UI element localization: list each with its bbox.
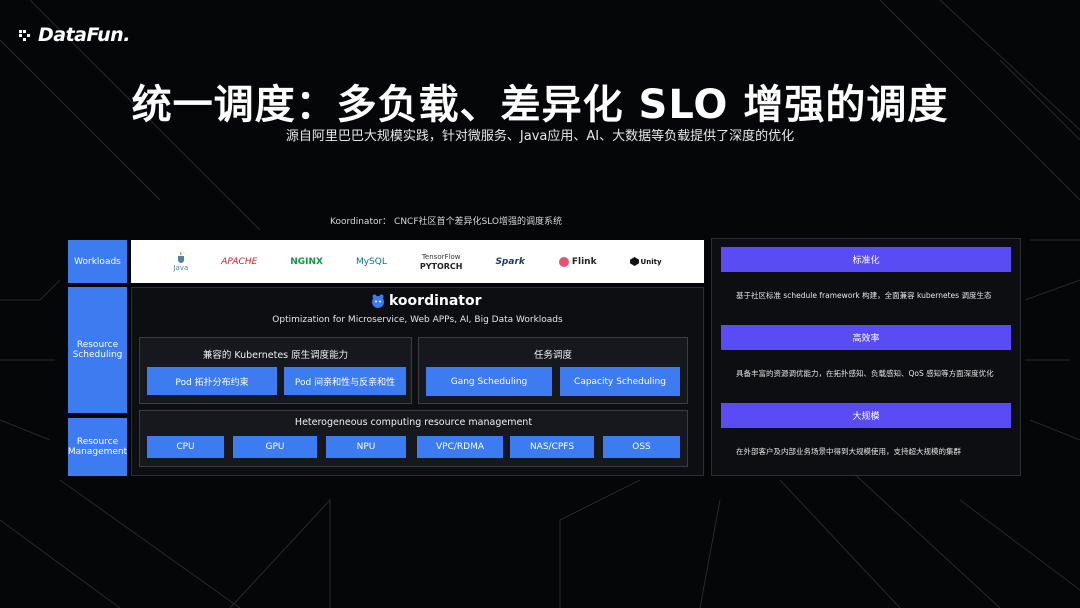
- slide-subtitle: 源自阿里巴巴大规模实践，针对微服务、Java应用、AI、大数据等负载提供了深度的…: [285, 129, 795, 144]
- oss-button[interactable]: OSS: [603, 436, 680, 458]
- workloads-logo-bar: Java APACHE NGINX MySQL TensorFlow PYTOR…: [131, 240, 704, 283]
- koordinator-wordmark: koordinator: [389, 293, 482, 309]
- layer-label-workloads: Workloads: [68, 240, 127, 283]
- apache-logo: APACHE: [221, 256, 258, 267]
- pod-topology-spread-button[interactable]: Pod 拓扑分布约束: [147, 367, 277, 395]
- diagram-caption: Koordinator： CNCF社区首个差异化SLO增强的调度系统: [330, 217, 563, 227]
- layer-label-scheduling: Resource Scheduling: [68, 287, 127, 413]
- datafun-mark-icon: [19, 30, 30, 41]
- datafun-logo: DataFun.: [18, 24, 130, 46]
- unity-logo: Unity: [629, 257, 662, 267]
- nas-cpfs-button[interactable]: NAS/CPFS: [510, 436, 594, 458]
- cpu-button[interactable]: CPU: [147, 436, 224, 458]
- feature-efficiency-title: 高效率: [721, 325, 1011, 350]
- nginx-logo: NGINX: [290, 256, 323, 267]
- gang-scheduling-button[interactable]: Gang Scheduling: [426, 367, 552, 396]
- mysql-logo: MySQL: [355, 256, 387, 267]
- pod-affinity-button[interactable]: Pod 间亲和性与反亲和性: [284, 367, 406, 395]
- gpu-button[interactable]: GPU: [233, 436, 317, 458]
- java-cup-icon: [177, 251, 184, 263]
- hetero-panel-title: Heterogeneous computing resource managem…: [294, 417, 533, 428]
- koordinator-tagline: Optimization for Microservice, Web APPs,…: [272, 315, 563, 325]
- feature-standardization-desc: 基于社区标准 schedule framework 构建，全面兼容 kubern…: [736, 291, 992, 300]
- spark-logo: Spark: [495, 256, 525, 267]
- feature-scale-title: 大规模: [721, 403, 1011, 428]
- k8s-panel-title: 兼容的 Kubernetes 原生调度能力: [202, 350, 349, 361]
- datafun-wordmark: DataFun.: [38, 24, 130, 46]
- koordinator-mascot-icon: [372, 294, 384, 308]
- feature-efficiency-desc: 具备丰富的资源调优能力，在拓扑感知、负载感知、QoS 感知等方面深度优化: [736, 369, 994, 378]
- feature-scale-desc: 在外部客户及内部业务场景中得到大规模使用，支持超大规模的集群: [736, 447, 961, 456]
- tensorflow-pytorch-logo: TensorFlow PYTORCH: [419, 252, 463, 271]
- capacity-scheduling-button[interactable]: Capacity Scheduling: [560, 367, 680, 396]
- slide-title: 统一调度：多负载、差异化 SLO 增强的调度: [131, 82, 949, 128]
- flink-squirrel-icon: [558, 256, 569, 267]
- vpc-rdma-button[interactable]: VPC/RDMA: [417, 436, 503, 458]
- features-box: [711, 238, 1021, 476]
- task-panel-title: 任务调度: [533, 350, 572, 361]
- koordinator-logo: koordinator: [371, 293, 482, 309]
- npu-button[interactable]: NPU: [326, 436, 406, 458]
- unity-cube-icon: [629, 257, 639, 266]
- flink-logo: Flink: [558, 256, 597, 268]
- layer-label-management: Resource Management: [68, 418, 127, 476]
- java-logo: Java: [173, 251, 188, 273]
- feature-standardization-title: 标准化: [721, 247, 1011, 272]
